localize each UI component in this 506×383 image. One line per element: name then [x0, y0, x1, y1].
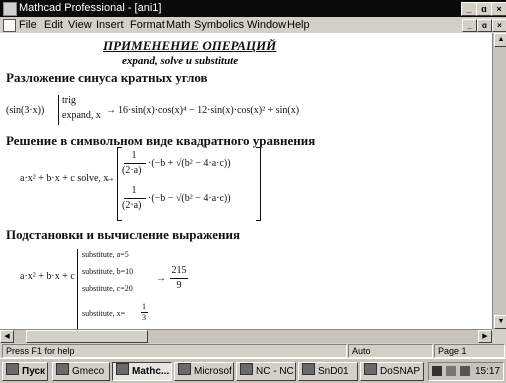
- worksheet-subtitle: expand, solve и substitute: [122, 55, 239, 67]
- substitute-expression: a·x² + b·x + c: [20, 271, 75, 282]
- horizontal-scrollbar[interactable]: ◀ ▶: [0, 329, 492, 343]
- root1-body: ·(−b + √(b² − 4·a·c)): [148, 158, 231, 169]
- menu-format[interactable]: Format: [130, 17, 165, 33]
- status-mode: Auto: [348, 344, 433, 358]
- keyword-bar: [77, 249, 78, 329]
- keyboard-layout-icon[interactable]: [432, 366, 442, 376]
- speaker-icon[interactable]: [446, 366, 456, 376]
- keyword-expand: expand, x: [62, 110, 101, 121]
- doc-close-button[interactable]: ×: [492, 19, 506, 32]
- network-icon[interactable]: [460, 366, 470, 376]
- fraction-bar: [124, 198, 146, 199]
- menu-file[interactable]: File: [19, 17, 37, 33]
- section-heading-trig: Разложение синуса кратных углов: [6, 70, 208, 85]
- document-icon[interactable]: [3, 19, 16, 32]
- root1-denominator: (2·a): [122, 165, 142, 176]
- substitute-a: substitute, a=5: [82, 250, 129, 259]
- fraction-bar: [124, 163, 146, 164]
- substitute-x-numerator: 1: [142, 302, 146, 311]
- task-microsoft[interactable]: Microsof: [174, 362, 234, 381]
- camera-icon: [364, 363, 377, 375]
- worksheet-title: ПРИМЕНЕНИЕ ОПЕРАЦИЙ: [103, 38, 277, 53]
- status-help-text: Press F1 for help: [2, 344, 347, 358]
- title-bar: Mathcad Professional - [ani1] _ ɑ ×: [0, 0, 506, 17]
- root2-body: ·(−b − √(b² − 4·a·c)): [148, 193, 231, 204]
- menu-view[interactable]: View: [68, 17, 92, 33]
- section-heading-substitute: Подстановки и вычисление выражения: [6, 227, 241, 242]
- result-denominator: 9: [176, 280, 182, 291]
- keyword-trig: trig: [62, 95, 76, 106]
- system-tray: 15:17: [428, 362, 504, 381]
- menu-bar: File Edit View Insert Format Math Symbol…: [0, 17, 506, 33]
- menu-symbolics[interactable]: Symbolics: [194, 17, 244, 33]
- start-button[interactable]: Пуск: [2, 362, 48, 381]
- mathcad-icon: [116, 363, 129, 375]
- status-page: Page 1: [434, 344, 505, 358]
- status-bar: Press F1 for help Auto Page 1: [0, 343, 506, 358]
- windows-logo-icon: [6, 363, 19, 375]
- word-icon: [178, 363, 191, 375]
- clock[interactable]: 15:17: [475, 363, 500, 380]
- close-button[interactable]: ×: [491, 2, 506, 16]
- worksheet[interactable]: ПРИМЕНЕНИЕ ОПЕРАЦИЙ expand, solve и subs…: [0, 33, 492, 330]
- substitute-x-denominator: 3: [142, 313, 146, 322]
- task-gmeco[interactable]: Gmeco: [52, 362, 110, 381]
- region-solve[interactable]: a·x² + b·x + c solve, x → 1 (2·a) ·(−b +…: [20, 145, 280, 221]
- menu-insert[interactable]: Insert: [96, 17, 124, 33]
- arrow-icon: →: [106, 105, 116, 116]
- minimize-button[interactable]: _: [461, 2, 477, 16]
- menu-help[interactable]: Help: [287, 17, 310, 33]
- arrow-icon: →: [156, 273, 166, 284]
- nc-icon: [240, 363, 253, 375]
- matrix-right-bracket: [256, 147, 261, 221]
- menu-edit[interactable]: Edit: [44, 17, 63, 33]
- region-trig-expand[interactable]: (sin(3·x)) trig expand, x → 16·sin(x)·co…: [6, 95, 446, 127]
- task-dosnap[interactable]: DoSNAP: [360, 362, 424, 381]
- task-nc[interactable]: NC - NC: [236, 362, 296, 381]
- region-substitute[interactable]: a·x² + b·x + c substitute, a=5 substitut…: [20, 249, 220, 329]
- solve-expression: a·x² + b·x + c solve, x: [20, 173, 109, 184]
- substitute-b: substitute, b=10: [82, 267, 134, 276]
- doc-restore-button[interactable]: ɑ: [477, 19, 492, 32]
- task-snd01[interactable]: SnD01: [298, 362, 358, 381]
- root2-denominator: (2·a): [122, 200, 142, 211]
- task-mathcad[interactable]: Mathc...: [112, 362, 172, 381]
- scroll-left-icon[interactable]: ◀: [0, 330, 14, 343]
- result-numerator: 215: [171, 265, 187, 276]
- doc-minimize-button[interactable]: _: [462, 19, 477, 32]
- maximize-button[interactable]: ɑ: [476, 2, 492, 16]
- trig-result: 16·sin(x)·cos(x)⁴ − 12·sin(x)·cos(x)² + …: [118, 105, 300, 116]
- root1-numerator: 1: [131, 150, 137, 161]
- root2-numerator: 1: [131, 185, 137, 196]
- app-icon: [302, 363, 315, 375]
- substitute-x: substitute, x=: [82, 309, 126, 318]
- fraction-bar: [170, 278, 188, 279]
- app-icon: [56, 363, 69, 375]
- scroll-down-icon[interactable]: ▼: [494, 315, 506, 329]
- window-title: Mathcad Professional - [ani1]: [19, 2, 162, 14]
- menu-window[interactable]: Window: [247, 17, 286, 33]
- arrow-icon: →: [105, 173, 115, 184]
- scrollbar-corner: [492, 329, 506, 343]
- scroll-right-icon[interactable]: ▶: [478, 330, 492, 343]
- app-icon[interactable]: [3, 2, 17, 16]
- scroll-up-icon[interactable]: ▲: [494, 33, 506, 47]
- keyword-bar: [58, 95, 59, 125]
- trig-expression: (sin(3·x)): [6, 105, 45, 116]
- vertical-scrollbar[interactable]: ▲ ▼: [492, 33, 506, 329]
- taskbar: Пуск Gmeco Mathc... Microsof NC - NC SnD…: [0, 358, 506, 383]
- substitute-c: substitute, c=20: [82, 284, 133, 293]
- horizontal-scroll-thumb[interactable]: [26, 330, 148, 343]
- menu-math[interactable]: Math: [166, 17, 190, 33]
